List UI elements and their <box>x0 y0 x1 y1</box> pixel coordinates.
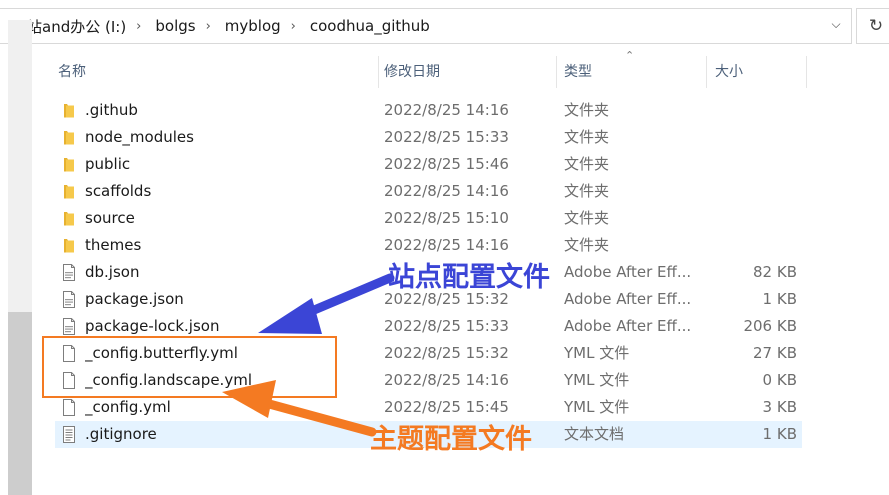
orange-arrow-icon <box>222 380 377 437</box>
blue-arrow-icon <box>258 273 395 334</box>
site-config-annotation: 站点配置文件 <box>388 262 550 293</box>
theme-config-annotation: 主题配置文件 <box>370 424 532 455</box>
